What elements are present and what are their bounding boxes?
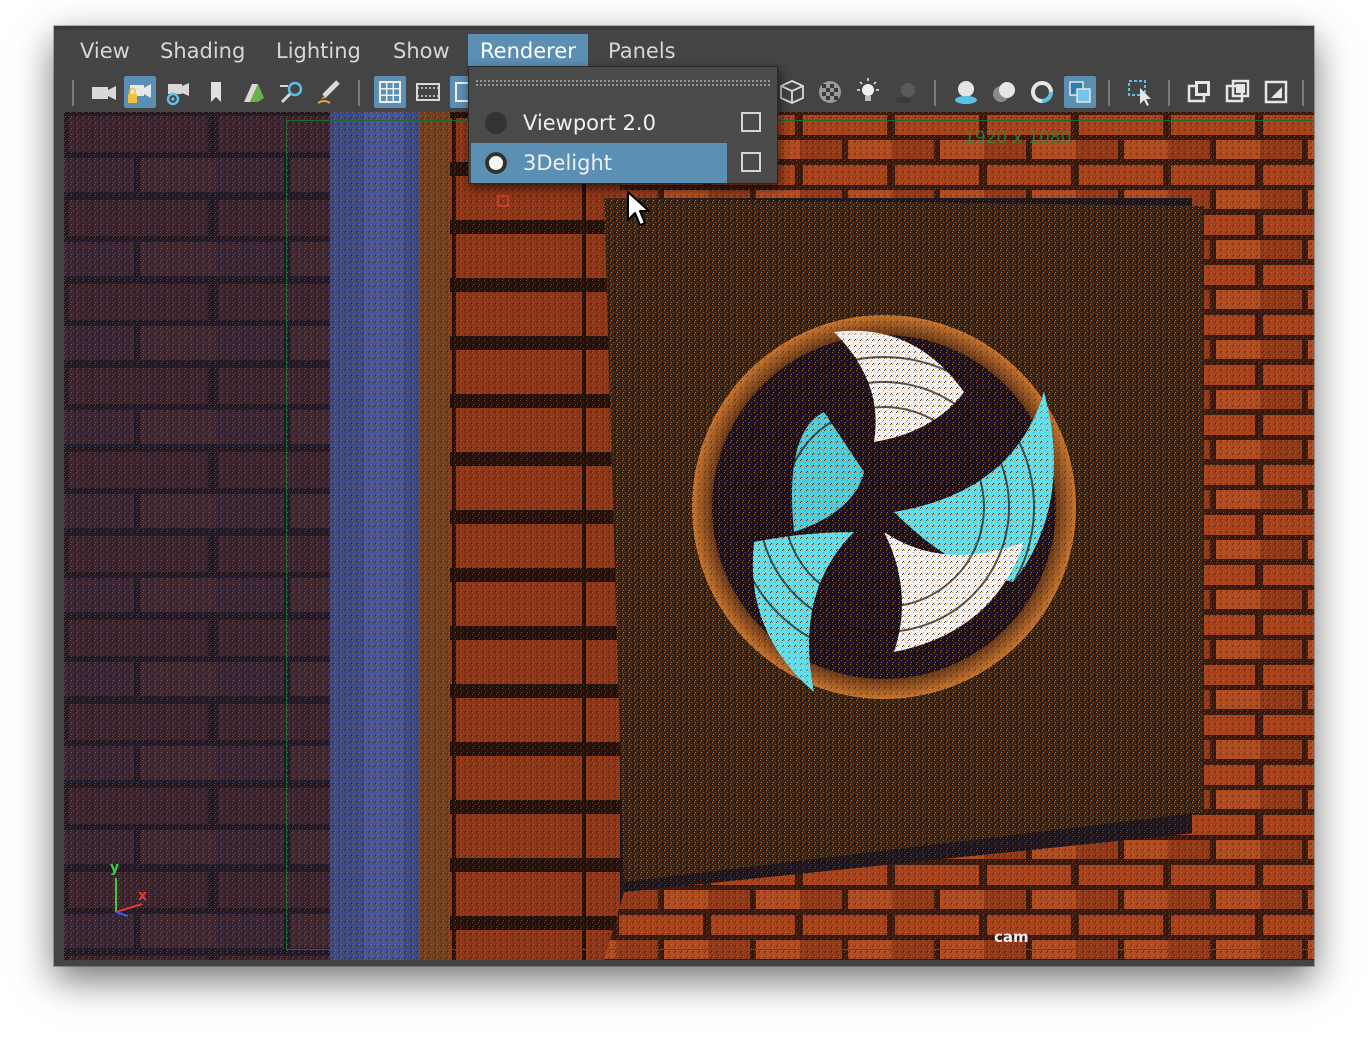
resolution-gate-icon[interactable] (450, 76, 468, 108)
image-plane-icon[interactable] (238, 76, 270, 108)
menu-renderer[interactable]: Renderer (468, 34, 588, 68)
resolution-gate (286, 120, 1314, 950)
menu-show[interactable]: Show (381, 34, 462, 68)
grease-pencil-icon[interactable] (314, 76, 346, 108)
resolution-label: 1920 x 1080 (964, 128, 1072, 148)
axis-x-label: x (138, 888, 148, 904)
checker-texture-icon[interactable] (814, 76, 846, 108)
renderer-option-label: 3Delight (523, 151, 612, 175)
toolbar-separator (934, 80, 936, 106)
renderer-option-label: Viewport 2.0 (523, 111, 656, 135)
radio-button-checked-icon[interactable] (485, 152, 507, 174)
renderer-dropdown-menu: Viewport 2.0 3Delight (468, 66, 778, 184)
toolbar-separator (72, 80, 74, 106)
menu-panels[interactable]: Panels (596, 34, 688, 68)
lock-camera-icon[interactable] (124, 76, 156, 108)
toolbar-separator (1108, 80, 1110, 106)
toolbar-separator (358, 80, 360, 106)
wireframe-cube-icon[interactable] (776, 76, 808, 108)
grid-icon[interactable] (374, 76, 406, 108)
mouse-cursor-icon (627, 191, 650, 226)
anti-alias-icon[interactable] (1026, 76, 1058, 108)
x-ray-joints-icon[interactable] (1222, 76, 1254, 108)
option-box-icon[interactable] (741, 152, 761, 172)
two-d-pan-zoom-icon[interactable] (276, 76, 308, 108)
camera-icon[interactable] (88, 76, 120, 108)
scene-viewport[interactable]: 1920 x 1080 cam y x (64, 112, 1314, 960)
renderer-option-3delight[interactable]: 3Delight (471, 143, 775, 183)
menu-shading[interactable]: Shading (148, 34, 257, 68)
toolbar-separator (1302, 80, 1304, 106)
menu-view[interactable]: View (68, 34, 142, 68)
maya-viewport-panel: View Shading Lighting Show Renderer Pane… (54, 26, 1314, 966)
select-camera-icon[interactable] (1124, 76, 1156, 108)
isolate-select-icon[interactable] (1064, 76, 1096, 108)
axis-y-label: y (110, 860, 120, 876)
radio-button-icon[interactable] (485, 112, 507, 134)
film-gate-icon[interactable] (412, 76, 444, 108)
light-bulb-icon[interactable] (852, 76, 884, 108)
hud-icon[interactable] (1260, 76, 1292, 108)
renderer-option-viewport-2[interactable]: Viewport 2.0 (471, 103, 775, 143)
screen-space-ao-icon[interactable] (950, 76, 982, 108)
camera-attributes-icon[interactable] (162, 76, 194, 108)
x-ray-icon[interactable] (1184, 76, 1216, 108)
toolbar-separator (1168, 80, 1170, 106)
bookmark-icon[interactable] (200, 76, 232, 108)
menu-lighting[interactable]: Lighting (264, 34, 373, 68)
menu-tearoff-strip[interactable] (475, 79, 771, 87)
shadow-icon[interactable] (890, 76, 922, 108)
motion-blur-icon[interactable] (988, 76, 1020, 108)
option-box-icon[interactable] (741, 112, 761, 132)
camera-name-label: cam (994, 928, 1029, 946)
